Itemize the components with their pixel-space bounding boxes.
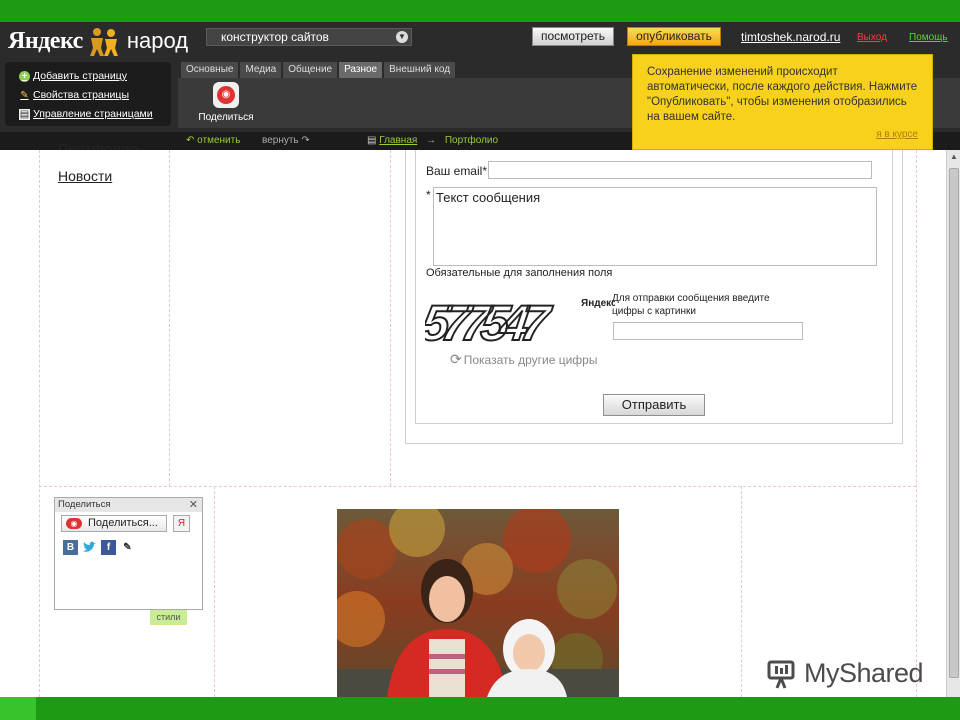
manage-pages-label: Управление страницами bbox=[33, 108, 153, 120]
tooltip-dismiss-link[interactable]: я в курсе bbox=[876, 127, 918, 142]
required-star: * bbox=[426, 188, 431, 202]
pencil-icon: ✎ bbox=[20, 89, 29, 101]
layout-guide-line bbox=[390, 150, 391, 486]
breadcrumb: ▤ Главная → Портфолио bbox=[367, 133, 498, 149]
required-note: Обязательные для заполнения поля bbox=[426, 267, 613, 279]
logo-narod-text: народ bbox=[126, 28, 189, 53]
page-icon: ▤ bbox=[367, 135, 377, 146]
breadcrumb-home[interactable]: Главная bbox=[379, 135, 417, 146]
undo-button[interactable]: ↶ отменить bbox=[186, 133, 240, 149]
tab-media[interactable]: Медиа bbox=[240, 62, 282, 78]
pages-icon: ▤ bbox=[19, 108, 30, 120]
share-widget-tool[interactable]: ◉ Поделиться bbox=[193, 82, 259, 123]
chevron-down-icon: ▼ bbox=[396, 31, 408, 43]
tab-basic[interactable]: Основные bbox=[181, 62, 239, 78]
scroll-up-icon[interactable]: ▲ bbox=[949, 152, 959, 162]
yandex-narod-logo[interactable]: Яндекс народ bbox=[8, 26, 188, 56]
logo-yandex-text: Яндекс bbox=[8, 27, 83, 54]
tab-misc[interactable]: Разное bbox=[339, 62, 383, 78]
undo-label: отменить bbox=[197, 135, 241, 146]
share-button-label: Поделиться... bbox=[88, 517, 158, 529]
page-properties-link[interactable]: ✎ Свойства страницы bbox=[19, 89, 129, 101]
add-page-label: Добавить страницу bbox=[33, 70, 127, 82]
frame-accent bbox=[0, 697, 36, 720]
layout-guide-line bbox=[214, 486, 215, 697]
add-icon: + bbox=[19, 70, 30, 82]
captcha-input[interactable] bbox=[613, 322, 803, 340]
refresh-captcha-link[interactable]: ⟳ Показать другие цифры bbox=[450, 351, 597, 368]
family-photo bbox=[337, 509, 619, 697]
styles-tag[interactable]: стили bbox=[150, 610, 187, 625]
redo-icon: ↷ bbox=[301, 135, 310, 146]
twitter-icon[interactable] bbox=[82, 540, 97, 555]
undo-icon: ↶ bbox=[186, 135, 195, 146]
share-settings-button[interactable]: Я bbox=[173, 515, 190, 532]
layout-guide-line bbox=[39, 486, 916, 487]
yandex-ya-icon: Я bbox=[177, 518, 186, 529]
layout-guide-line bbox=[39, 150, 40, 697]
tab-communication[interactable]: Общение bbox=[283, 62, 338, 78]
breadcrumb-current: Портфолио bbox=[444, 135, 499, 146]
share-button[interactable]: ◉ Поделиться... bbox=[61, 515, 167, 532]
vertical-scrollbar[interactable]: ▲ bbox=[946, 150, 960, 697]
widget-tabs: Основные Медиа Общение Разное Внешний ко… bbox=[181, 62, 456, 78]
help-link[interactable]: Помощь bbox=[909, 32, 948, 43]
share-tool-label: Поделиться bbox=[198, 112, 254, 123]
tab-external-code[interactable]: Внешний код bbox=[384, 62, 456, 78]
scrollbar-thumb[interactable] bbox=[949, 168, 959, 678]
manage-pages-link[interactable]: ▤ Управление страницами bbox=[19, 108, 153, 120]
message-textarea[interactable]: Текст сообщения bbox=[433, 187, 877, 266]
captcha-digits: 577547 bbox=[425, 295, 555, 348]
share-widget-header: Поделиться ✕ bbox=[55, 498, 202, 512]
submit-button[interactable]: Отправить bbox=[603, 394, 705, 416]
tooltip-text: Сохранение изменений происходит автомати… bbox=[647, 66, 918, 123]
share-icon: ◉ bbox=[213, 82, 239, 108]
site-link[interactable]: timtoshek.narod.ru bbox=[741, 30, 840, 44]
share-widget: Поделиться ✕ ◉ Поделиться... Я В f ✎ bbox=[54, 497, 203, 610]
message-placeholder: Текст сообщения bbox=[436, 190, 541, 205]
refresh-icon: ⟳ bbox=[450, 351, 462, 367]
email-field[interactable] bbox=[488, 161, 872, 179]
add-page-link[interactable]: + Добавить страницу bbox=[19, 70, 127, 82]
nav-portfolio[interactable]: Портфолио bbox=[58, 140, 138, 150]
yandex-icon[interactable]: ✎ bbox=[120, 540, 135, 555]
exit-link[interactable]: Выход bbox=[857, 32, 887, 43]
redo-button[interactable]: вернуть ↷ bbox=[262, 133, 310, 149]
page-properties-label: Свойства страницы bbox=[33, 89, 129, 101]
people-icon bbox=[85, 26, 125, 56]
email-label: Ваш email* bbox=[426, 164, 487, 178]
layout-guide-line bbox=[916, 150, 917, 697]
captcha-brand: Яндекс bbox=[581, 298, 615, 309]
captcha-hint: Для отправки сообщения введите цифры с к… bbox=[612, 293, 770, 317]
layout-guide-line bbox=[741, 486, 742, 697]
facebook-icon[interactable]: f bbox=[101, 540, 116, 555]
slide-frame-bottom bbox=[0, 697, 960, 720]
publish-button[interactable]: опубликовать bbox=[627, 27, 721, 46]
redo-label: вернуть bbox=[262, 135, 299, 146]
close-icon[interactable]: ✕ bbox=[189, 498, 198, 511]
captcha-image: 577547 Яндекс bbox=[417, 288, 617, 352]
layout-guide-line bbox=[169, 150, 170, 486]
autosave-tooltip: Сохранение изменений происходит автомати… bbox=[632, 54, 933, 150]
nav-news[interactable]: Новости bbox=[58, 168, 112, 184]
slide-frame-top bbox=[0, 0, 960, 22]
myshared-watermark: MyShared bbox=[766, 656, 924, 690]
view-button[interactable]: посмотреть bbox=[532, 27, 614, 46]
site-type-select-value: конструктор сайтов bbox=[221, 30, 329, 44]
watermark-text: MyShared bbox=[804, 657, 924, 688]
myshared-logo-icon bbox=[767, 660, 795, 689]
vk-icon[interactable]: В bbox=[63, 540, 78, 555]
share-icon: ◉ bbox=[66, 518, 82, 529]
social-icons: В f ✎ bbox=[63, 540, 135, 555]
refresh-captcha-label: Показать другие цифры bbox=[463, 352, 598, 367]
share-widget-title: Поделиться bbox=[58, 499, 111, 510]
site-type-select[interactable]: конструктор сайтов ▼ bbox=[206, 28, 412, 46]
breadcrumb-separator-icon: → bbox=[426, 135, 437, 146]
page-actions-panel: + Добавить страницу ✎ Свойства страницы … bbox=[5, 62, 171, 126]
